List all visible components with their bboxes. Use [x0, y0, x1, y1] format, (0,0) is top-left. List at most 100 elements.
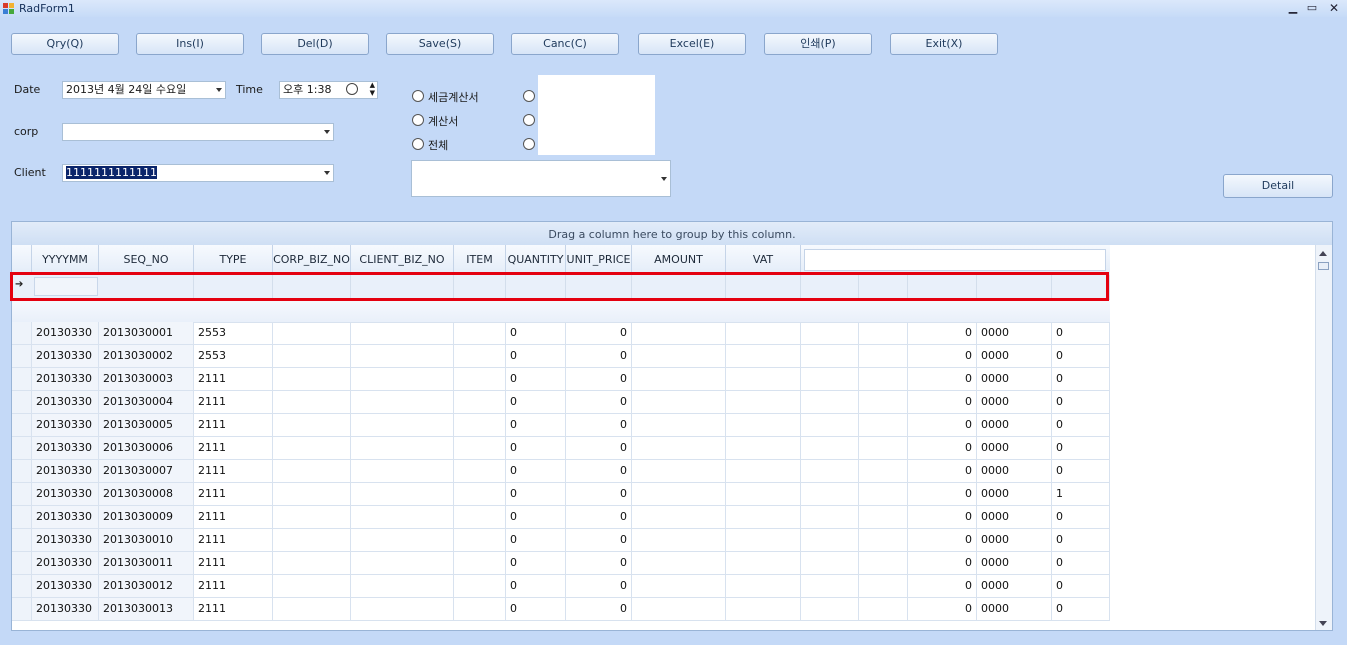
table-cell[interactable]: 2013030010: [99, 529, 194, 552]
date-picker[interactable]: 2013년 4월 24일 수요일: [62, 81, 226, 99]
table-cell[interactable]: [273, 575, 351, 598]
table-cell[interactable]: 2013030013: [99, 598, 194, 621]
table-cell[interactable]: 20130330: [32, 368, 99, 391]
table-row[interactable]: 20130330 2013030002 2553 0 0 0 0000 0: [12, 345, 1110, 368]
table-cell[interactable]: [632, 506, 726, 529]
detail-button[interactable]: Detail: [1223, 174, 1333, 198]
table-row[interactable]: 20130330 2013030004 2111 0 0 0 0000 0: [12, 391, 1110, 414]
table-cell[interactable]: 0: [908, 322, 977, 345]
exit-button[interactable]: Exit(X): [890, 33, 998, 55]
table-cell[interactable]: 0: [908, 345, 977, 368]
table-cell[interactable]: [726, 483, 801, 506]
table-cell[interactable]: 0: [506, 322, 566, 345]
table-cell[interactable]: [273, 322, 351, 345]
table-cell[interactable]: 2013030004: [99, 391, 194, 414]
table-cell[interactable]: 0: [506, 437, 566, 460]
table-cell[interactable]: 0: [566, 322, 632, 345]
table-cell[interactable]: [726, 391, 801, 414]
row-indicator-cell[interactable]: [12, 483, 32, 506]
table-cell[interactable]: [801, 322, 859, 345]
table-cell[interactable]: [859, 598, 908, 621]
memo-dropdown[interactable]: [411, 160, 671, 197]
table-cell[interactable]: [351, 529, 454, 552]
table-cell[interactable]: 20130330: [32, 460, 99, 483]
table-cell[interactable]: 2111: [194, 575, 273, 598]
table-row[interactable]: 20130330 2013030012 2111 0 0 0 0000 0: [12, 575, 1110, 598]
table-cell[interactable]: [454, 368, 506, 391]
table-cell[interactable]: [801, 483, 859, 506]
table-cell[interactable]: [859, 345, 908, 368]
table-cell[interactable]: [859, 368, 908, 391]
table-cell[interactable]: [632, 345, 726, 368]
table-row[interactable]: 20130330 2013030010 2111 0 0 0 0000 0: [12, 529, 1110, 552]
table-cell[interactable]: 0: [1052, 529, 1110, 552]
table-cell[interactable]: 0000: [977, 575, 1052, 598]
table-cell[interactable]: 2553: [194, 322, 273, 345]
chevron-down-icon[interactable]: [216, 88, 222, 92]
column-header-item[interactable]: ITEM: [454, 245, 506, 275]
table-cell[interactable]: 0: [908, 575, 977, 598]
row-indicator-cell[interactable]: [12, 529, 32, 552]
table-cell[interactable]: [726, 322, 801, 345]
table-cell[interactable]: [726, 460, 801, 483]
table-cell[interactable]: 0000: [977, 460, 1052, 483]
table-cell[interactable]: 0: [1052, 368, 1110, 391]
table-cell[interactable]: 2111: [194, 391, 273, 414]
column-header-corp-biz-no[interactable]: CORP_BIZ_NO: [273, 245, 351, 275]
table-cell[interactable]: 0: [506, 345, 566, 368]
table-cell[interactable]: 0: [908, 391, 977, 414]
table-cell[interactable]: 0: [566, 483, 632, 506]
table-cell[interactable]: [801, 598, 859, 621]
table-row[interactable]: 20130330 2013030005 2111 0 0 0 0000 0: [12, 414, 1110, 437]
table-cell[interactable]: 0: [566, 437, 632, 460]
table-cell[interactable]: [454, 483, 506, 506]
table-cell[interactable]: [801, 529, 859, 552]
table-cell[interactable]: [632, 322, 726, 345]
table-cell[interactable]: 0: [506, 529, 566, 552]
table-cell[interactable]: 1: [1052, 483, 1110, 506]
table-cell[interactable]: [454, 575, 506, 598]
table-cell[interactable]: 0: [1052, 575, 1110, 598]
table-cell[interactable]: [454, 598, 506, 621]
table-cell[interactable]: [273, 368, 351, 391]
table-cell[interactable]: [859, 414, 908, 437]
table-cell[interactable]: 0: [566, 575, 632, 598]
table-cell[interactable]: 20130330: [32, 322, 99, 345]
row-indicator-cell[interactable]: [12, 391, 32, 414]
column-header-type[interactable]: TYPE: [194, 245, 273, 275]
row-indicator-cell[interactable]: [12, 322, 32, 345]
row-indicator-cell[interactable]: [12, 460, 32, 483]
table-cell[interactable]: [726, 598, 801, 621]
column-header-amount[interactable]: AMOUNT: [632, 245, 726, 275]
table-cell[interactable]: 0: [1052, 437, 1110, 460]
table-cell[interactable]: [632, 368, 726, 391]
table-cell[interactable]: 20130330: [32, 345, 99, 368]
chevron-down-icon[interactable]: [661, 177, 667, 181]
table-cell[interactable]: 0: [908, 506, 977, 529]
table-cell[interactable]: [859, 552, 908, 575]
column-header-quantity[interactable]: QUANTITY: [506, 245, 566, 275]
table-cell[interactable]: 20130330: [32, 506, 99, 529]
table-cell[interactable]: 2553: [194, 345, 273, 368]
table-cell[interactable]: 2111: [194, 414, 273, 437]
table-cell[interactable]: [351, 414, 454, 437]
table-cell[interactable]: [859, 322, 908, 345]
table-cell[interactable]: 0: [566, 529, 632, 552]
table-cell[interactable]: 0000: [977, 391, 1052, 414]
table-cell[interactable]: 0: [506, 460, 566, 483]
table-cell[interactable]: [454, 414, 506, 437]
scroll-up-icon[interactable]: [1319, 251, 1327, 256]
table-cell[interactable]: 0: [506, 368, 566, 391]
table-cell[interactable]: 0: [566, 391, 632, 414]
table-cell[interactable]: 0: [566, 506, 632, 529]
table-cell[interactable]: [801, 345, 859, 368]
table-row[interactable]: 20130330 2013030007 2111 0 0 0 0000 0: [12, 460, 1110, 483]
print-button[interactable]: 인쇄(P): [764, 33, 872, 55]
table-cell[interactable]: [726, 437, 801, 460]
table-cell[interactable]: 0: [1052, 460, 1110, 483]
table-cell[interactable]: 0000: [977, 322, 1052, 345]
spin-down-icon[interactable]: ▼: [370, 90, 375, 97]
table-cell[interactable]: [351, 506, 454, 529]
table-cell[interactable]: [454, 345, 506, 368]
table-cell[interactable]: 0: [566, 368, 632, 391]
